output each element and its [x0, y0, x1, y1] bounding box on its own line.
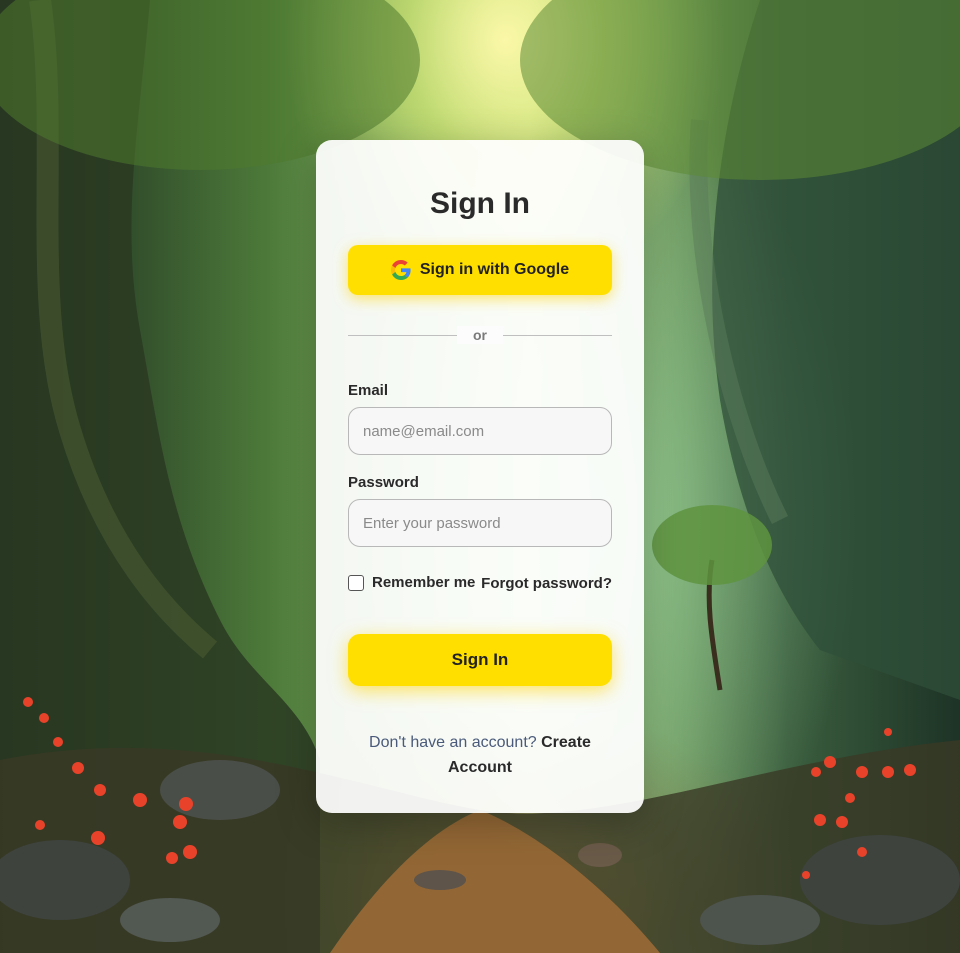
create-account-prompt: Don't have an account? Create Account — [356, 730, 604, 780]
divider-text: or — [457, 326, 503, 344]
sign-in-button[interactable]: Sign In — [348, 634, 612, 686]
email-field[interactable] — [348, 407, 612, 455]
signin-card: Sign In Sign in with Google or Email Pas… — [316, 140, 644, 813]
email-label: Email — [348, 382, 389, 399]
remember-checkbox[interactable] — [348, 574, 364, 591]
remember-label: Remember me — [372, 574, 476, 591]
or-divider: or — [348, 326, 612, 344]
google-signin-label: Sign in with Google — [419, 261, 570, 278]
page-title: Sign In — [430, 187, 530, 220]
footer-prompt-text: Don't have an account? — [369, 734, 537, 751]
password-field[interactable] — [348, 499, 612, 547]
google-g-icon — [390, 260, 411, 280]
remember-me[interactable]: Remember me — [348, 574, 475, 591]
forgot-password-link[interactable]: Forgot password? — [481, 575, 612, 592]
password-label: Password — [348, 474, 419, 491]
google-signin-button[interactable]: Sign in with Google — [348, 245, 612, 295]
